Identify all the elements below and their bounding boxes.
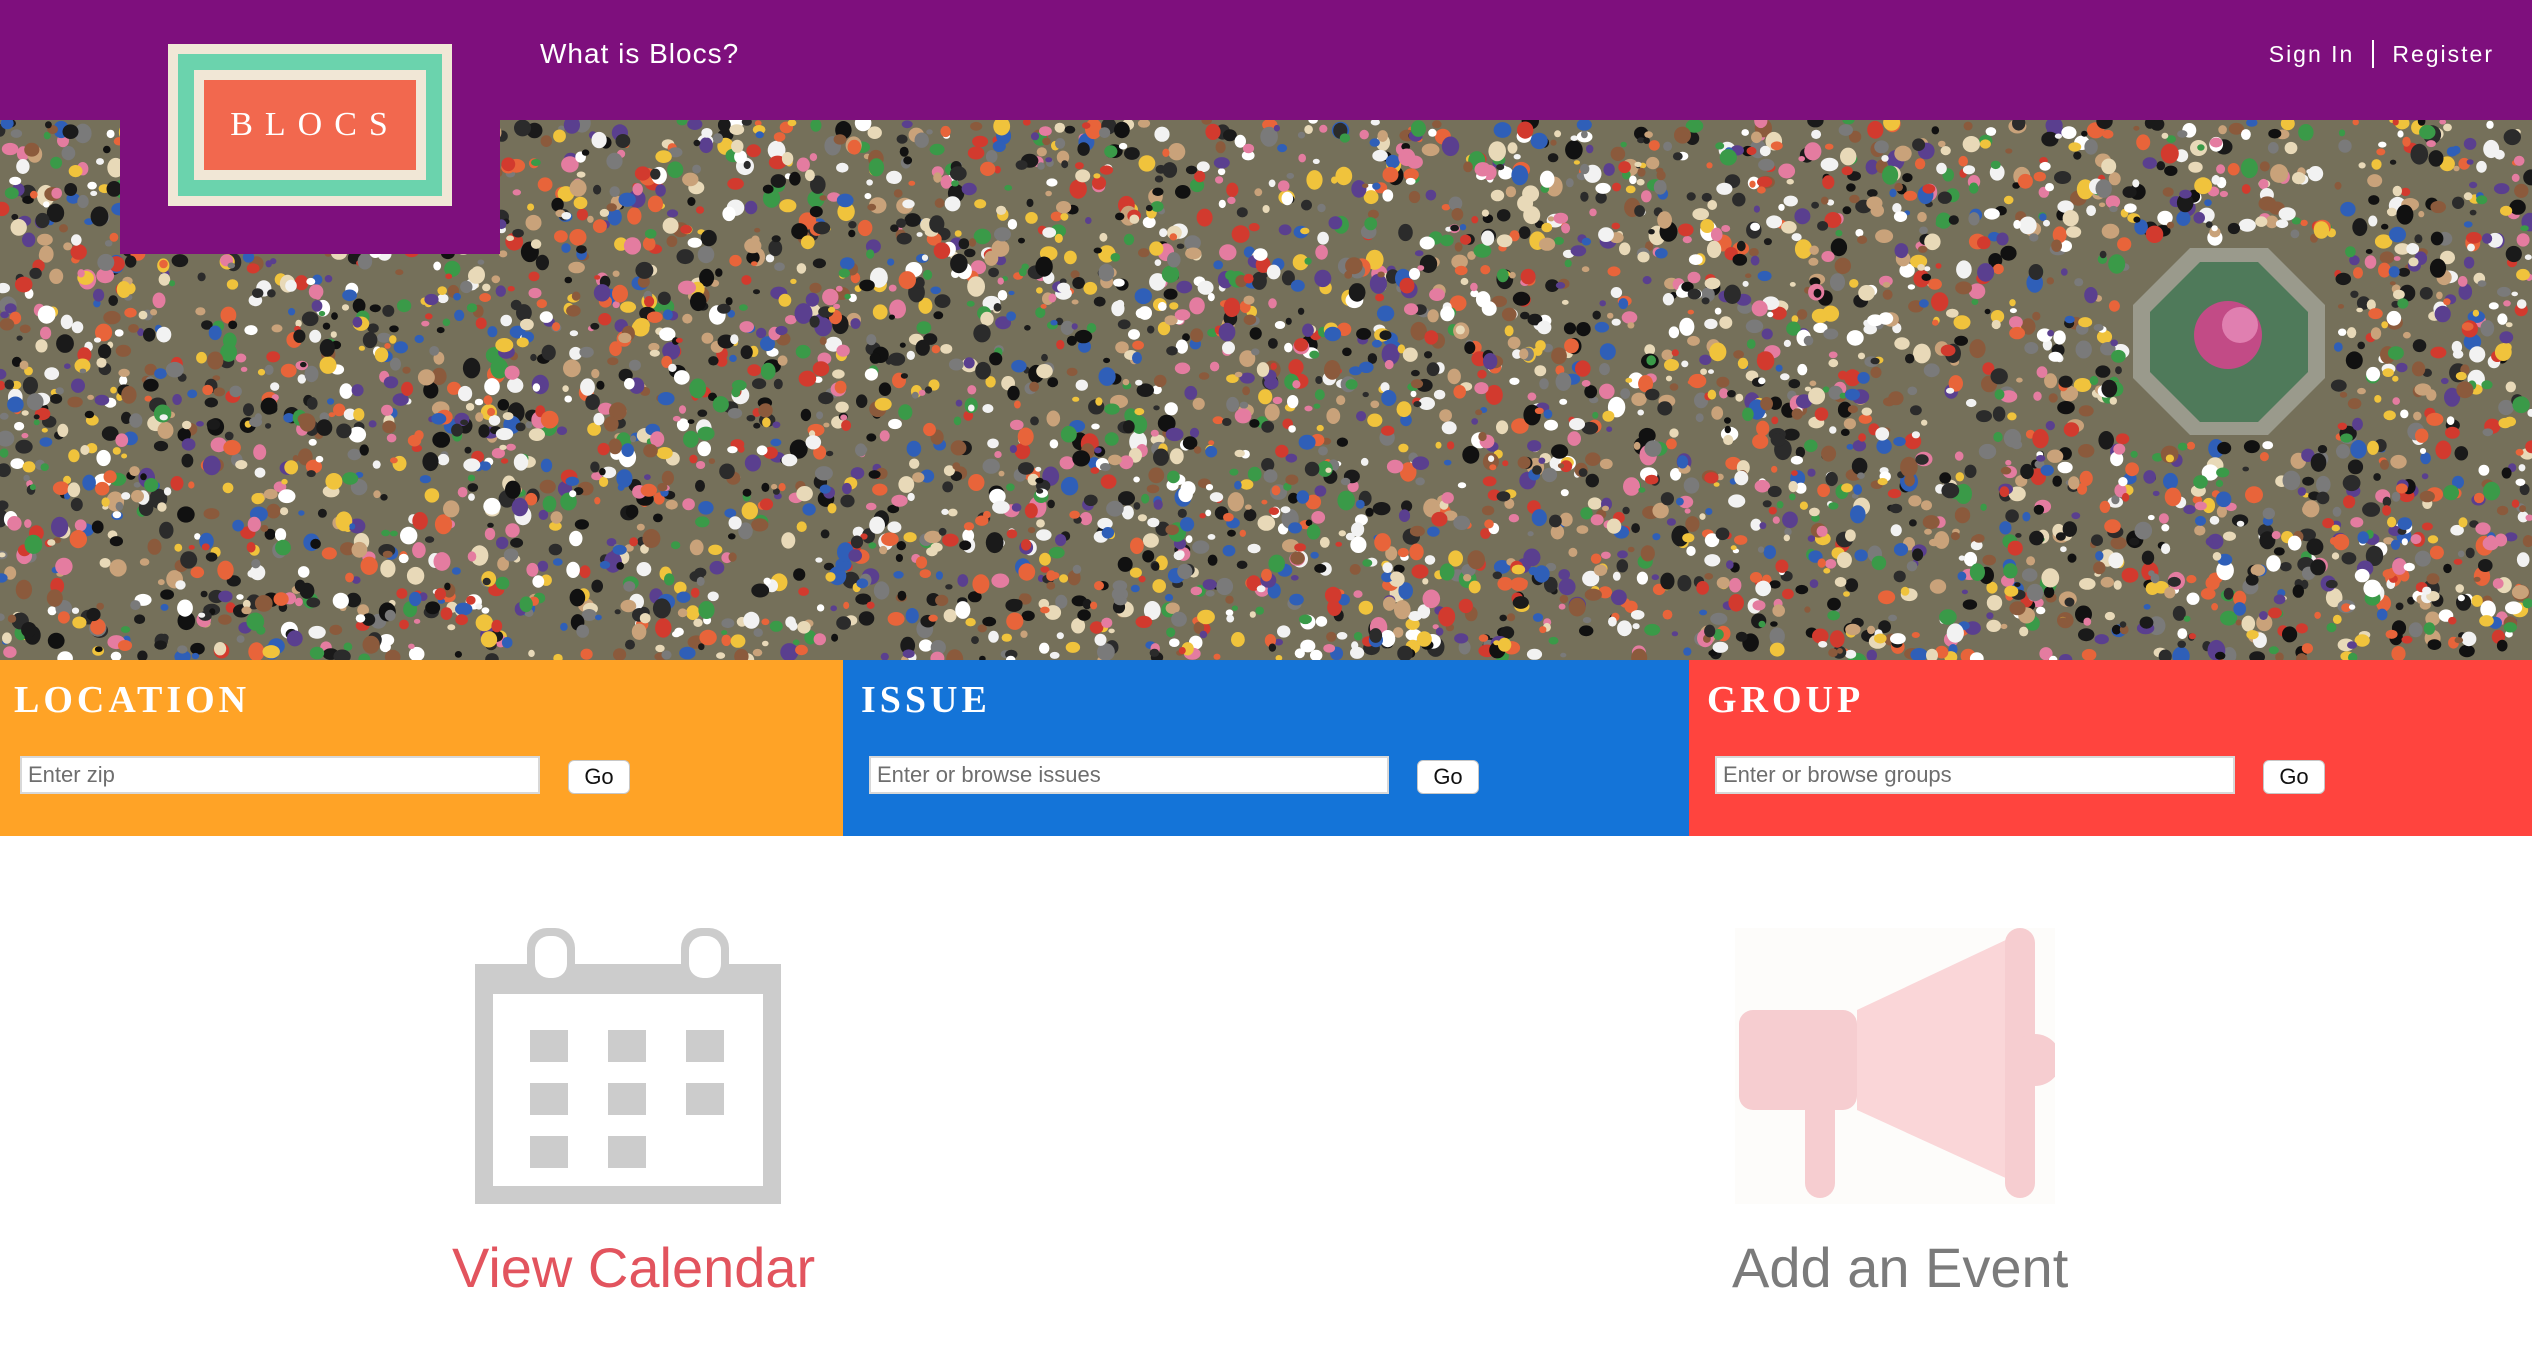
group-title: GROUP — [1707, 679, 1865, 721]
location-go-button[interactable]: Go — [568, 760, 630, 794]
what-is-blocs-link[interactable]: What is Blocs? — [540, 38, 739, 70]
issue-go-button[interactable]: Go — [1417, 760, 1479, 794]
logo: BLOCS — [168, 44, 452, 206]
group-search-panel: GROUP Go — [1689, 660, 2532, 836]
logo-block[interactable]: BLOCS — [120, 0, 500, 254]
location-search-panel: LOCATION Go — [0, 660, 843, 836]
logo-text: BLOCS — [204, 80, 416, 170]
issue-search-panel: ISSUE Go — [843, 660, 1689, 836]
sign-in-link[interactable]: Sign In — [2269, 41, 2355, 68]
zip-input[interactable] — [20, 756, 540, 794]
issue-title: ISSUE — [861, 679, 991, 721]
group-go-button[interactable]: Go — [2263, 760, 2325, 794]
add-event-label[interactable]: Add an Event — [1732, 1235, 2068, 1300]
issue-input[interactable] — [869, 756, 1389, 794]
megaphone-icon[interactable] — [1735, 928, 2055, 1204]
location-title: LOCATION — [14, 679, 251, 721]
auth-links: Sign In Register — [2269, 40, 2494, 68]
auth-divider — [2372, 40, 2375, 68]
calendar-icon[interactable] — [475, 928, 781, 1204]
view-calendar-label[interactable]: View Calendar — [452, 1235, 815, 1300]
register-link[interactable]: Register — [2392, 41, 2494, 68]
group-input[interactable] — [1715, 756, 2235, 794]
